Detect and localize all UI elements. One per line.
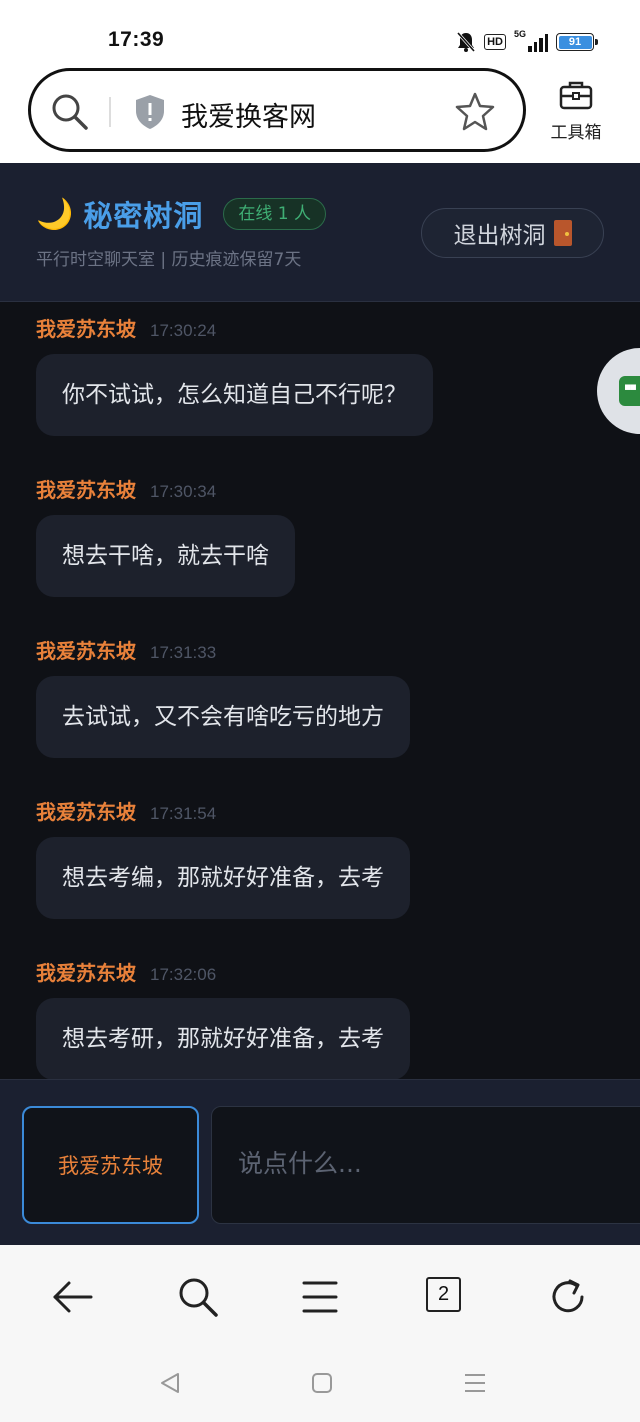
status-time: 17:39	[108, 28, 165, 51]
message-item: 我爱苏东坡 17:30:24 你不试试，怎么知道自己不行呢？	[36, 313, 433, 436]
message-nick[interactable]: 我爱苏东坡	[36, 796, 136, 825]
message-time: 17:30:24	[150, 321, 217, 340]
signal-icon: 5G	[514, 29, 548, 52]
system-back-icon[interactable]	[158, 1371, 182, 1395]
address-separator	[109, 97, 111, 127]
room-subtitle: 平行时空聊天室 | 历史痕迹保留7天	[36, 250, 302, 270]
message-bubble: 去试试，又不会有啥吃亏的地方	[36, 676, 410, 758]
message-item: 我爱苏东坡 17:31:54 想去考编，那就好好准备，去考	[36, 796, 410, 919]
battery-icon: 91	[556, 33, 598, 51]
url-text[interactable]: 我爱换客网	[181, 95, 316, 134]
back-arrow-icon[interactable]	[51, 1275, 95, 1319]
exit-room-button[interactable]: 退出树洞	[421, 208, 604, 258]
message-input[interactable]: 说点什么...	[211, 1106, 640, 1224]
bell-muted-icon	[456, 32, 476, 52]
message-item: 我爱苏东坡 17:30:34 想去干啥，就去干啥	[36, 474, 295, 597]
status-bar: 17:39 HD 5G 91	[0, 0, 640, 64]
search-icon[interactable]	[51, 93, 89, 131]
message-bubble: 你不试试，怎么知道自己不行呢？	[36, 354, 433, 436]
message-nick[interactable]: 我爱苏东坡	[36, 957, 136, 986]
exit-room-label: 退出树洞	[453, 223, 546, 249]
toolbox-button[interactable]: 工具箱	[544, 80, 608, 144]
message-time: 17:30:34	[150, 482, 217, 501]
search-icon[interactable]	[176, 1275, 220, 1319]
status-icons: HD 5G 91	[456, 29, 598, 54]
hd-badge: HD	[484, 34, 506, 50]
online-badge: 在线 1 人	[223, 198, 326, 230]
menu-icon[interactable]	[298, 1275, 342, 1319]
address-bar[interactable]: 我爱换客网	[28, 68, 526, 152]
chat-room: 🌙 秘密树洞 在线 1 人 平行时空聊天室 | 历史痕迹保留7天 退出树洞 我爱…	[0, 163, 640, 1245]
browser-toolbar: 2	[0, 1245, 640, 1345]
message-bubble: 想去考编，那就好好准备，去考	[36, 837, 410, 919]
toolbox-label: 工具箱	[550, 123, 602, 143]
toolbox-icon	[559, 81, 593, 110]
moon-icon: 🌙	[36, 196, 74, 232]
system-nav-bar	[0, 1345, 640, 1422]
message-bubble: 想去干啥，就去干啥	[36, 515, 295, 597]
shield-icon[interactable]	[133, 93, 167, 131]
message-item: 我爱苏东坡 17:31:33 去试试，又不会有啥吃亏的地方	[36, 635, 410, 758]
refresh-icon[interactable]	[546, 1275, 590, 1319]
composer: 我爱苏东坡 说点什么...	[0, 1079, 640, 1245]
nickname-field[interactable]: 我爱苏东坡	[22, 1106, 199, 1224]
system-menu-icon[interactable]	[463, 1371, 487, 1395]
message-nick[interactable]: 我爱苏东坡	[36, 313, 136, 342]
battery-level: 91	[558, 35, 592, 49]
chat-header: 🌙 秘密树洞 在线 1 人 平行时空聊天室 | 历史痕迹保留7天 退出树洞	[0, 163, 640, 302]
tabs-button[interactable]: 2	[426, 1277, 461, 1312]
room-name: 秘密树洞	[83, 199, 204, 233]
system-home-icon[interactable]	[310, 1371, 334, 1395]
message-bubble: 想去考研，那就好好准备，去考	[36, 998, 410, 1080]
room-title: 🌙 秘密树洞 在线 1 人	[36, 193, 326, 235]
message-time: 17:31:54	[150, 804, 217, 823]
message-nick[interactable]: 我爱苏东坡	[36, 635, 136, 664]
message-time: 17:31:33	[150, 643, 217, 662]
bookmark-star-icon[interactable]	[455, 91, 495, 131]
chat-bubble-icon	[619, 376, 640, 406]
message-item: 我爱苏东坡 17:32:06 想去考研，那就好好准备，去考	[36, 957, 410, 1080]
message-time: 17:32:06	[150, 965, 217, 984]
door-icon	[553, 220, 572, 246]
floating-chat-button[interactable]	[597, 348, 640, 434]
message-nick[interactable]: 我爱苏东坡	[36, 474, 136, 503]
